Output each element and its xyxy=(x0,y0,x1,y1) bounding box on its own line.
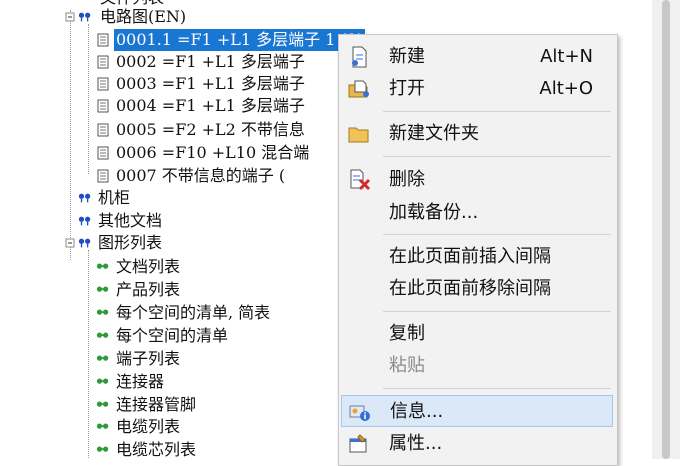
menu-item-label: 在此页面前移除间隔 xyxy=(389,278,551,299)
page-icon xyxy=(97,77,109,91)
tree-node-label: 0002 =F1 +L1 多层端子 xyxy=(116,52,305,71)
delete-icon xyxy=(350,169,371,191)
menu-item-label: 信息... xyxy=(390,401,444,422)
open-icon xyxy=(348,80,369,98)
tree-node-label: 机柜 xyxy=(98,188,131,207)
report-link-icon xyxy=(96,401,109,407)
tree-node-label: 电缆芯列表 xyxy=(116,440,197,459)
tree-node-label: 连接器 xyxy=(116,372,165,391)
tree-node-label: 0003 =F1 +L1 多层端子 xyxy=(116,74,305,93)
menu-item-delete[interactable]: 删除 xyxy=(341,164,613,196)
left-panel-strip xyxy=(0,0,61,459)
properties-icon xyxy=(349,434,367,453)
menu-item-label: 在此页面前插入间隔 xyxy=(389,246,551,267)
tree-node-label: 图形列表 xyxy=(98,233,163,252)
menu-item-label: 复制 xyxy=(389,323,425,344)
tree-node-label: 0006 =F10 +L10 混合端 xyxy=(116,143,310,162)
tree-node-label: 连接器管脚 xyxy=(116,395,197,414)
menu-item-label: 粘贴 xyxy=(389,355,425,376)
tree-node-label: 端子列表 xyxy=(116,349,181,368)
menu-item-paste: 粘贴 xyxy=(341,350,613,382)
menu-separator xyxy=(383,156,611,157)
report-type-icon xyxy=(78,216,91,226)
report-link-icon xyxy=(96,378,109,384)
tree-line xyxy=(88,24,89,174)
menu-item-load-backup[interactable]: 加载备份... xyxy=(341,197,613,229)
tree-node-label: 0005 =F2 +L2 不带信息 xyxy=(116,120,305,139)
report-link-icon xyxy=(96,263,109,269)
page-icon xyxy=(97,99,109,113)
menu-item-shortcut: Alt+N xyxy=(540,46,593,67)
menu-item-label: 属性... xyxy=(389,433,443,454)
report-type-icon xyxy=(78,238,91,248)
report-type-icon xyxy=(78,12,91,22)
tree-node-label: 其他文档 xyxy=(98,211,163,230)
tree-node-label: 0001.1 =F1 +L1 多层端子 1 (3) xyxy=(112,28,367,52)
tree-line xyxy=(88,250,89,459)
page-icon xyxy=(97,123,109,137)
context-menu[interactable]: 新建 Alt+N 打开 Alt+O 新建文件夹 删除 加载备份... 在此页面前… xyxy=(338,34,618,466)
tree-node-label: 电缆列表 xyxy=(116,417,181,436)
menu-item-open[interactable]: 打开 Alt+O xyxy=(341,73,613,105)
report-link-icon xyxy=(96,309,109,315)
report-link-icon xyxy=(96,332,109,338)
report-type-icon xyxy=(78,193,91,203)
info-icon xyxy=(349,405,370,421)
report-link-icon xyxy=(96,286,109,292)
tree-node-label: 产品列表 xyxy=(116,280,181,299)
report-link-icon xyxy=(96,446,109,452)
tree-node-label: 0004 =F1 +L1 多层端子 xyxy=(116,96,305,115)
menu-item-label: 打开 xyxy=(389,78,425,99)
folder-icon xyxy=(348,127,369,143)
tree-node-label: 文档列表 xyxy=(116,257,181,276)
menu-separator xyxy=(383,311,611,312)
page-icon xyxy=(97,33,109,47)
menu-item-insert-gap[interactable]: 在此页面前插入间隔 xyxy=(341,241,613,273)
report-link-icon xyxy=(96,423,109,429)
collapse-minus-icon[interactable] xyxy=(64,10,78,24)
menu-item-remove-gap[interactable]: 在此页面前移除间隔 xyxy=(341,273,613,305)
menu-item-label: 新建 xyxy=(389,46,425,67)
scrollbar-thumb[interactable] xyxy=(662,0,670,459)
menu-separator xyxy=(383,234,611,235)
menu-item-properties[interactable]: 属性... xyxy=(341,428,613,460)
report-link-icon xyxy=(96,355,109,361)
tree-node-label: 每个空间的清单, 简表 xyxy=(116,303,271,322)
menu-item-shortcut: Alt+O xyxy=(539,78,593,99)
tree-node-label: 电路图(EN) xyxy=(100,7,187,26)
menu-item-info[interactable]: 信息... xyxy=(341,395,613,427)
tree-line xyxy=(70,10,71,260)
menu-separator xyxy=(383,388,611,389)
menu-separator xyxy=(383,111,611,112)
page-icon xyxy=(97,146,109,160)
menu-item-label: 删除 xyxy=(389,169,425,190)
menu-item-new-folder[interactable]: 新建文件夹 xyxy=(341,118,613,150)
menu-item-label: 加载备份... xyxy=(389,202,479,223)
menu-item-copy[interactable]: 复制 xyxy=(341,318,613,350)
page-icon xyxy=(97,169,109,183)
menu-item-new[interactable]: 新建 Alt+N xyxy=(341,41,613,73)
tree-node-label: 每个空间的清单 xyxy=(116,326,229,345)
new-page-icon xyxy=(352,46,367,68)
collapse-minus-icon[interactable] xyxy=(64,236,78,250)
page-icon xyxy=(97,55,109,69)
tree-node-label: 0007 不带信息的端子 ( xyxy=(116,166,286,185)
menu-item-label: 新建文件夹 xyxy=(389,123,479,144)
